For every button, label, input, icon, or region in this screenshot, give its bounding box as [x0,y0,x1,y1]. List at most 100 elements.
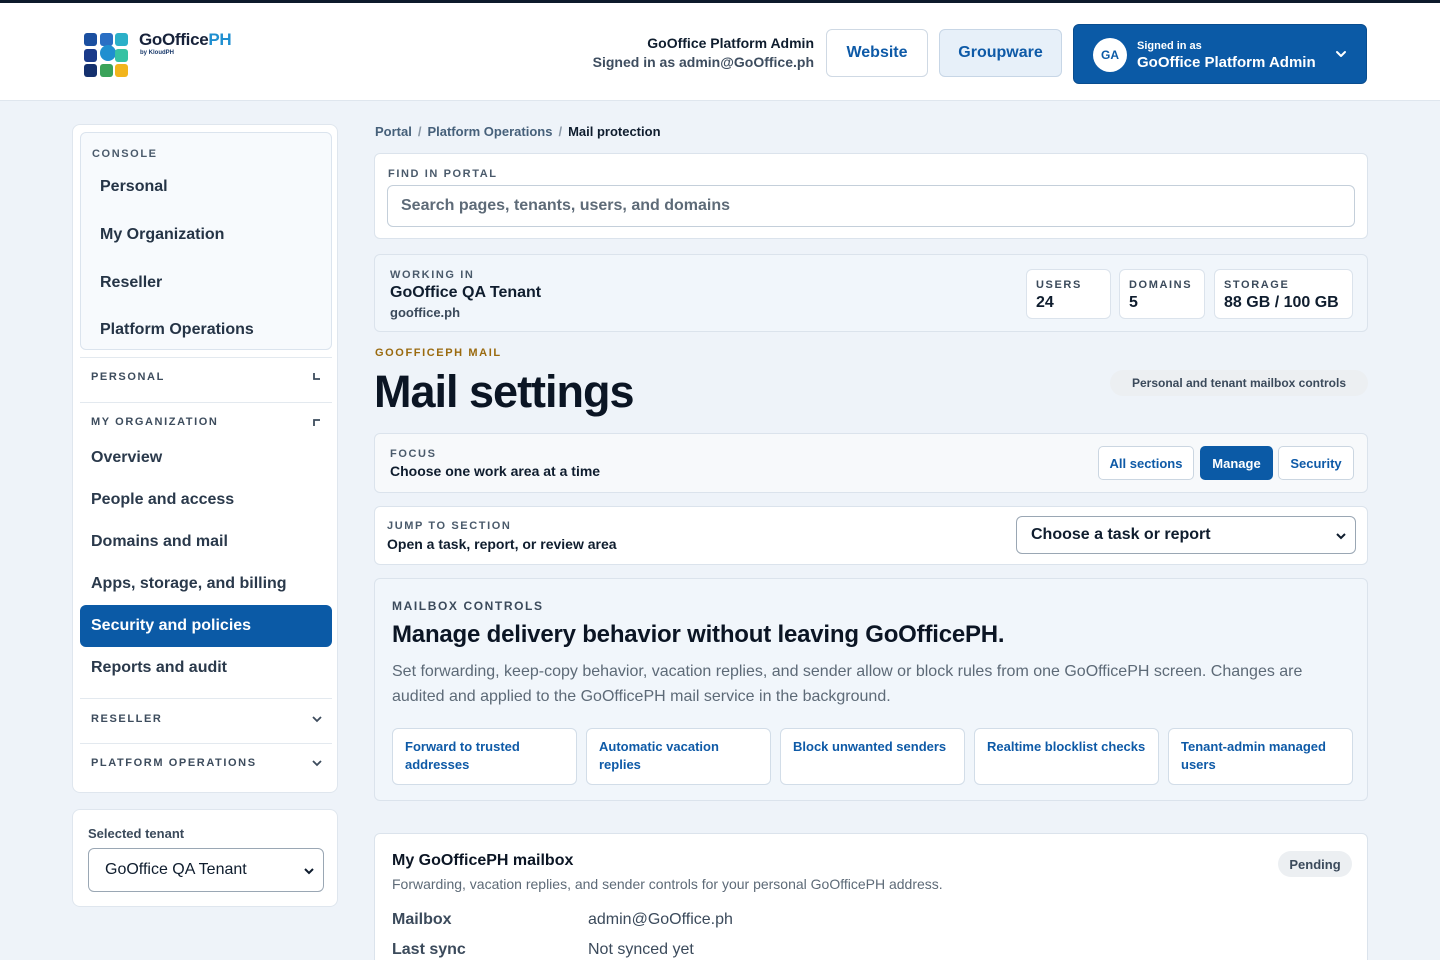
feature-blocklist[interactable]: Realtime blocklist checks [974,728,1159,785]
focus-text: Choose one work area at a time [390,463,601,479]
last-sync-key: Last sync [392,941,466,958]
website-button[interactable]: Website [826,29,928,77]
divider [80,743,332,744]
sidebar-item-overview[interactable]: Overview [91,449,162,467]
focus-security-button[interactable]: Security [1278,446,1354,480]
chevron-down-icon [312,760,322,767]
console-switcher: CONSOLE Personal My Organization Reselle… [80,132,332,350]
brand-tagline: by KloudPH [140,50,174,56]
group-toggle-my-organization[interactable]: MY ORGANIZATION [91,416,323,428]
working-tenant-domain: gooffice.ph [390,305,461,320]
find-heading: FIND IN PORTAL [388,168,498,180]
sidebar-item-apps-storage-billing[interactable]: Apps, storage, and billing [91,575,287,593]
sidebar-item-reports-and-audit[interactable]: Reports and audit [91,659,227,677]
jump-text: Open a task, report, or review area [387,536,617,552]
group-label-reseller: RESELLER [91,713,163,725]
brand-logo[interactable]: GoOfficePH by KloudPH [84,30,234,78]
mailbox-value: admin@GoOffice.ph [588,911,733,928]
group-label-my-organization: MY ORGANIZATION [91,416,219,428]
scope-pill: Personal and tenant mailbox controls [1110,370,1368,396]
group-label-platform-operations: PLATFORM OPERATIONS [91,757,257,769]
page-kicker: GOOFFICEPH MAIL [375,347,502,359]
stat-storage: STORAGE 88 GB / 100 GB [1214,269,1353,319]
feature-managed-users[interactable]: Tenant-admin managed users [1168,728,1353,785]
breadcrumb-current: Mail protection [568,124,661,139]
current-user-email: Signed in as admin@GoOffice.ph [592,54,814,70]
group-toggle-platform-operations[interactable]: PLATFORM OPERATIONS [91,757,323,769]
group-label-personal: PERSONAL [91,371,165,383]
jump-heading: JUMP TO SECTION [387,520,512,532]
my-mailbox-card: My GoOfficePH mailbox Forwarding, vacati… [374,833,1368,960]
stat-value: 5 [1129,294,1138,311]
account-name: GoOffice Platform Admin [1137,54,1316,71]
brand-name: GoOfficePH [139,30,232,49]
breadcrumb-portal[interactable]: Portal [375,124,412,139]
feature-block-senders[interactable]: Block unwanted senders [780,728,965,785]
divider [80,698,332,699]
focus-heading: FOCUS [390,448,437,460]
mailbox-controls-description: Set forwarding, keep-copy behavior, vaca… [392,663,1303,705]
tenant-select[interactable]: GoOffice QA Tenant [88,848,324,892]
group-toggle-personal[interactable]: PERSONAL [91,371,323,383]
stat-label: USERS [1036,279,1082,291]
search-input[interactable]: Search pages, tenants, users, and domain… [387,185,1355,227]
mailbox-controls-heading: MAILBOX CONTROLS [392,599,544,613]
jump-to-section-select[interactable]: Choose a task or report [1016,516,1356,554]
feature-forward[interactable]: Forward to trusted addresses [392,728,577,785]
stat-label: DOMAINS [1129,279,1193,291]
console-item-platform-operations[interactable]: Platform Operations [100,321,254,339]
stat-users: USERS 24 [1026,269,1111,319]
sidebar: CONSOLE Personal My Organization Reselle… [72,124,338,793]
mailbox-controls-title: Manage delivery behavior without leaving… [392,621,1005,648]
find-in-portal-card: FIND IN PORTAL Search pages, tenants, us… [374,153,1368,239]
focus-card: FOCUS Choose one work area at a time All… [374,433,1368,493]
jump-to-section-card: JUMP TO SECTION Open a task, report, or … [374,506,1368,565]
top-header: GoOfficePH by KloudPH GoOffice Platform … [0,3,1440,101]
tenant-select-value: GoOffice QA Tenant [105,861,247,878]
stat-value: 88 GB / 100 GB [1224,294,1339,311]
chevron-down-icon [304,868,314,875]
breadcrumb-platform-operations[interactable]: Platform Operations [427,124,552,139]
stat-label: STORAGE [1224,279,1290,291]
current-user-info: GoOffice Platform Admin Signed in as adm… [593,35,814,70]
working-in-card: WORKING IN GoOffice QA Tenant gooffice.p… [374,254,1368,332]
status-badge: Pending [1278,851,1352,877]
groupware-button[interactable]: Groupware [939,29,1062,77]
console-item-my-organization[interactable]: My Organization [100,226,224,244]
divider [80,357,332,358]
account-menu-button[interactable]: GA Signed in as GoOffice Platform Admin [1073,24,1367,84]
last-sync-value: Not synced yet [588,941,694,958]
selected-tenant-label: Selected tenant [88,826,185,841]
focus-manage-button[interactable]: Manage [1200,446,1273,480]
sidebar-item-security-and-policies[interactable]: Security and policies [80,605,332,647]
working-heading: WORKING IN [390,269,475,281]
current-user-name: GoOffice Platform Admin [647,35,814,51]
corner-up-icon [313,419,320,426]
my-mailbox-subtitle: Forwarding, vacation replies, and sender… [392,876,943,892]
feature-vacation[interactable]: Automatic vacation replies [586,728,771,785]
group-toggle-reseller[interactable]: RESELLER [91,713,323,725]
sidebar-item-domains-and-mail[interactable]: Domains and mail [91,533,228,551]
chevron-down-icon [1336,533,1346,540]
chevron-down-icon [312,716,322,723]
divider [80,402,332,403]
stat-domains: DOMAINS 5 [1119,269,1205,319]
sidebar-item-people-and-access[interactable]: People and access [91,491,234,509]
account-signed-in-label: Signed in as [1137,40,1202,52]
mailbox-key: Mailbox [392,911,452,928]
console-heading: CONSOLE [92,148,158,160]
console-item-personal[interactable]: Personal [100,178,168,196]
focus-all-sections-button[interactable]: All sections [1098,446,1194,480]
working-tenant-name: GoOffice QA Tenant [390,284,542,301]
console-item-reseller[interactable]: Reseller [100,274,162,292]
page-title: Mail settings [374,366,635,417]
chevron-down-icon [1336,51,1346,57]
jump-select-value: Choose a task or report [1031,526,1211,543]
selected-tenant-card: Selected tenant GoOffice QA Tenant [72,809,338,907]
logo-mark-icon [84,30,130,77]
avatar: GA [1093,38,1127,72]
mailbox-controls-card: MAILBOX CONTROLS Manage delivery behavio… [374,578,1368,801]
corner-down-icon [313,373,320,380]
my-mailbox-title: My GoOfficePH mailbox [392,852,574,869]
breadcrumb: Portal / Platform Operations / Mail protecti… [375,124,661,139]
